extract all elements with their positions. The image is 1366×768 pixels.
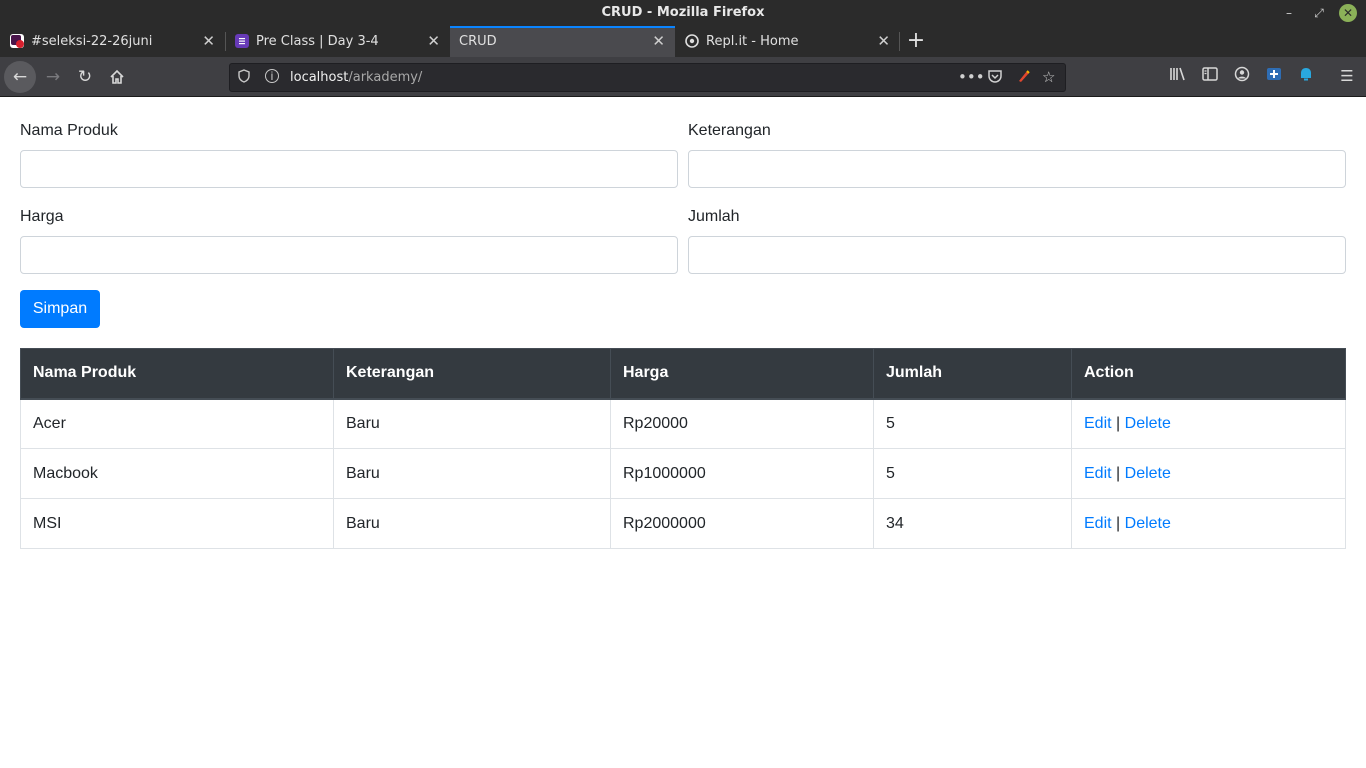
action-separator: |: [1116, 464, 1121, 482]
tab-pre-class[interactable]: Pre Class | Day 3-4 ✕: [225, 26, 450, 57]
url-path: /arkademy/: [348, 70, 423, 85]
cell-harga: Rp2000000: [610, 498, 874, 549]
delete-link[interactable]: Delete: [1125, 515, 1171, 532]
account-icon[interactable]: [1232, 66, 1252, 86]
table-row: MSI Baru Rp2000000 34 Edit | Delete: [20, 498, 1346, 549]
cell-nama-produk: Macbook: [20, 448, 334, 499]
cell-keterangan: Baru: [333, 398, 611, 449]
cell-jumlah: 5: [873, 448, 1072, 499]
color-picker-extension-icon[interactable]: [1016, 68, 1032, 88]
cell-action: Edit | Delete: [1071, 398, 1346, 449]
action-separator: |: [1116, 514, 1121, 532]
table-row: Acer Baru Rp20000 5 Edit | Delete: [20, 398, 1346, 449]
cell-harga: Rp1000000: [610, 448, 874, 499]
hamburger-menu-icon[interactable]: ☰: [1337, 66, 1357, 86]
page-content: Nama Produk Keterangan Harga Jumlah Simp…: [0, 98, 1366, 768]
pocket-icon[interactable]: [987, 68, 1003, 88]
harga-label: Harga: [20, 208, 64, 225]
cell-keterangan: Baru: [333, 448, 611, 499]
tab-label: CRUD: [459, 34, 497, 49]
tab-replit[interactable]: Repl.it - Home ✕: [675, 26, 900, 57]
column-header-keterangan: Keterangan: [333, 348, 611, 400]
reload-icon[interactable]: ↻: [70, 62, 100, 92]
tab-divider: [899, 32, 900, 51]
keterangan-input[interactable]: [688, 150, 1346, 188]
close-tab-icon[interactable]: ✕: [877, 32, 890, 50]
edit-link[interactable]: Edit: [1084, 465, 1112, 482]
tab-strip: #seleksi-22-26juni ✕ Pre Class | Day 3-4…: [0, 26, 1366, 57]
harga-input[interactable]: [20, 236, 678, 274]
column-header-harga: Harga: [610, 348, 874, 400]
table-header-row: Nama Produk Keterangan Harga Jumlah Acti…: [20, 348, 1346, 400]
keterangan-label: Keterangan: [688, 122, 771, 139]
cell-jumlah: 5: [873, 398, 1072, 449]
window-titlebar: CRUD - Mozilla Firefox – ⤢ ✕: [0, 0, 1366, 26]
edit-link[interactable]: Edit: [1084, 515, 1112, 532]
delete-link[interactable]: Delete: [1125, 465, 1171, 482]
cell-nama-produk: Acer: [20, 398, 334, 449]
forward-arrow-icon[interactable]: →: [38, 62, 68, 92]
close-window-icon[interactable]: ✕: [1339, 4, 1357, 22]
library-icon[interactable]: [1168, 66, 1188, 86]
jumlah-input[interactable]: [688, 236, 1346, 274]
cell-action: Edit | Delete: [1071, 448, 1346, 499]
nama-produk-input[interactable]: [20, 150, 678, 188]
notification-extension-icon[interactable]: [1296, 66, 1316, 86]
jumlah-label: Jumlah: [688, 208, 740, 225]
window-title: CRUD - Mozilla Firefox: [601, 5, 765, 20]
minimize-icon[interactable]: –: [1280, 4, 1298, 22]
close-tab-icon[interactable]: ✕: [202, 32, 215, 50]
cell-action: Edit | Delete: [1071, 498, 1346, 549]
table-row: Macbook Baru Rp1000000 5 Edit | Delete: [20, 448, 1346, 499]
cell-keterangan: Baru: [333, 498, 611, 549]
replit-icon: [685, 34, 699, 48]
tab-crud[interactable]: CRUD ✕: [450, 26, 675, 57]
maximize-icon[interactable]: ⤢: [1310, 4, 1328, 22]
action-separator: |: [1116, 414, 1121, 432]
tab-label: Pre Class | Day 3-4: [256, 34, 379, 49]
form-icon: [235, 34, 249, 48]
close-tab-icon[interactable]: ✕: [427, 32, 440, 50]
slack-channel-icon: [10, 34, 24, 48]
column-header-nama-produk: Nama Produk: [20, 348, 334, 400]
home-icon[interactable]: [102, 62, 132, 92]
simpan-button[interactable]: Simpan: [20, 290, 100, 328]
back-arrow-icon[interactable]: ←: [4, 61, 36, 93]
cell-nama-produk: MSI: [20, 498, 334, 549]
sidebar-icon[interactable]: [1200, 66, 1220, 86]
nama-produk-label: Nama Produk: [20, 122, 118, 139]
column-header-jumlah: Jumlah: [873, 348, 1072, 400]
product-table: Nama Produk Keterangan Harga Jumlah Acti…: [20, 348, 1346, 549]
tracking-shield-icon[interactable]: [238, 69, 250, 86]
address-bar[interactable]: i localhost/arkademy/ ••• ☆: [229, 63, 1066, 92]
new-tab-icon[interactable]: +: [904, 28, 928, 54]
tab-label: #seleksi-22-26juni: [31, 34, 153, 49]
tab-seleksi[interactable]: #seleksi-22-26juni ✕: [0, 26, 225, 57]
cell-harga: Rp20000: [610, 398, 874, 449]
navigation-toolbar: ← → ↻ i localhost/arkademy/ ••• ☆ 0 ☰: [0, 57, 1366, 129]
edit-link[interactable]: Edit: [1084, 415, 1112, 432]
tab-label: Repl.it - Home: [706, 34, 799, 49]
extension-icon[interactable]: [1264, 66, 1284, 86]
bookmark-star-icon[interactable]: ☆: [1042, 68, 1055, 86]
url-text[interactable]: localhost/arkademy/: [290, 70, 422, 85]
close-tab-icon[interactable]: ✕: [652, 32, 665, 50]
column-header-action: Action: [1071, 348, 1346, 400]
cell-jumlah: 34: [873, 498, 1072, 549]
url-host: localhost: [290, 70, 349, 85]
delete-link[interactable]: Delete: [1125, 415, 1171, 432]
site-info-icon[interactable]: i: [265, 69, 279, 83]
page-actions-icon[interactable]: •••: [958, 68, 985, 86]
